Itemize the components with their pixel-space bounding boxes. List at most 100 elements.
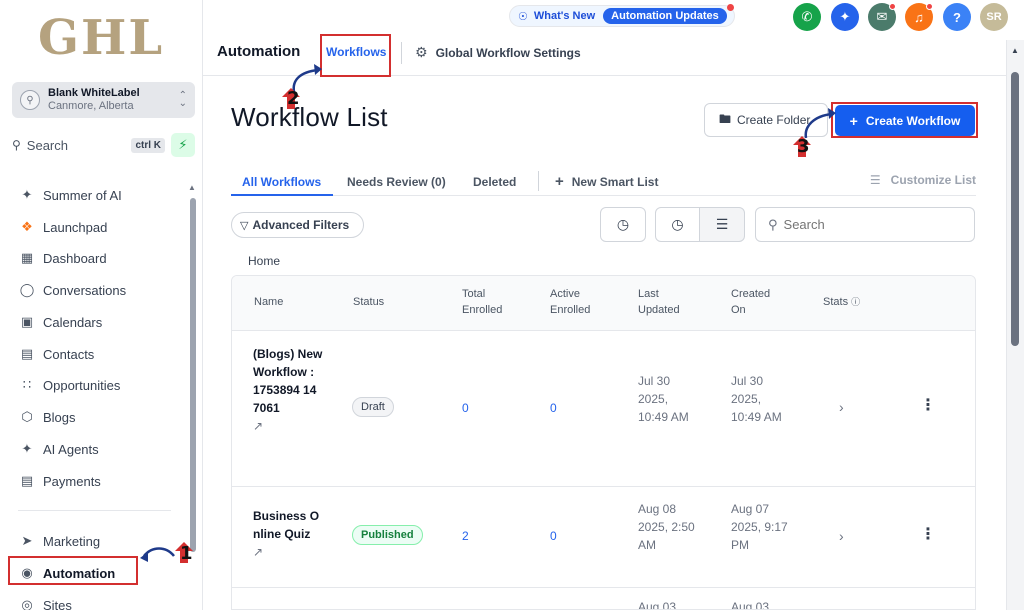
sidebar-item-label: Opportunities [43,377,121,393]
active-tab-indicator [231,194,333,196]
last-updated-value: Aug 08 2025, 2:50 AM [638,502,695,552]
more-options-icon[interactable]: ⋮ [920,526,936,544]
customize-list-label: Customize List [890,173,976,187]
funnel-icon: ∷ [22,377,32,392]
sidebar-item-label: Sites [43,597,72,610]
page-title: Workflow List [231,102,388,132]
more-options-icon[interactable]: ⋮ [920,397,936,415]
col-active-enrolled[interactable]: Active Enrolled [550,286,590,318]
customize-list-button[interactable]: ☰ Customize List [870,173,976,187]
phone-icon[interactable]: ✆ [793,3,821,31]
search-icon: ⚲ [12,138,21,152]
col-created-on[interactable]: Created On [731,286,770,318]
sidebar-item-summer-of-ai[interactable]: ✦ Summer of AI [18,182,193,208]
workflow-name: (Blogs) New Workflow : 1753894 147061 [253,347,323,415]
total-enrolled-value[interactable]: 2 [462,527,469,545]
notification-dot [926,3,933,10]
whats-new-pill[interactable]: ☉ What's New Automation Updates [509,4,735,27]
sidebar-item-dashboard[interactable]: ▦ Dashboard [18,245,193,271]
table-row[interactable]: Business Online Quiz ↗ Published 2 0 Aug… [232,487,975,588]
quick-action-bolt-icon[interactable]: ⚡ [171,133,195,157]
col-label: Enrolled [550,304,591,316]
history-icon: ◷ [616,216,630,232]
page-scrollbar-thumb[interactable] [1011,72,1019,346]
sparkle-icon: ✦ [21,187,33,202]
sidebar-item-sites[interactable]: ◎ Sites [18,592,193,610]
col-last-updated[interactable]: Last Updated [638,286,680,318]
sidebar-search[interactable]: ⚲ Search ctrl K [12,134,165,156]
sidebar-item-ai-agents[interactable]: ✦ AI Agents [18,436,193,462]
workflow-search[interactable]: ⚲ [755,207,975,242]
tab-all-workflows[interactable]: All Workflows [242,175,321,189]
magic-wand-icon[interactable]: ✦ [831,3,859,31]
sidebar-item-launchpad[interactable]: ❖ Launchpad [18,214,193,240]
active-enrolled-value[interactable]: 0 [550,399,557,417]
tab-global-workflow-settings[interactable]: ⚙ Global Workflow Settings [415,44,581,61]
brand-logo[interactable]: GHL [38,10,164,66]
created-on-value: Aug 03 [731,600,770,610]
automation-updates-badge[interactable]: Automation Updates [603,8,727,24]
col-label: Stats [823,296,849,308]
advanced-filters-label: Advanced Filters [252,218,350,232]
sidebar-item-payments[interactable]: ▤ Payments [18,468,193,494]
sidebar-item-label: Calendars [43,314,103,330]
chevron-right-icon[interactable]: › [839,398,844,416]
tabs-divider [401,42,402,64]
tab-needs-review[interactable]: Needs Review (0) [347,175,446,189]
col-name[interactable]: Name [254,294,283,310]
account-name: Blank WhiteLabel [48,87,140,99]
grid-icon: ▦ [20,250,34,265]
col-status[interactable]: Status [353,294,384,310]
new-smart-list-button[interactable]: + New Smart List [555,173,658,190]
table-row[interactable]: (Blogs) New Workflow : 1753894 147061 ↗ … [232,331,975,487]
globe-icon: ◎ [21,597,33,610]
sidebar-item-label: Launchpad [43,219,108,235]
announcement-icon[interactable]: ✉ [868,3,896,31]
chevron-right-icon[interactable]: › [839,527,844,545]
settings-label: Global Workflow Settings [435,45,581,60]
status-badge: Draft [352,397,394,417]
workflow-name-link[interactable]: Business Online Quiz ↗ [253,507,323,561]
bell-icon[interactable]: ♫ [905,3,933,31]
col-label: Total [462,288,486,300]
sidebar-item-contacts[interactable]: ▤ Contacts [18,341,193,367]
workflows-table: Name Status Total Enrolled Active Enroll… [231,275,976,610]
rocket-icon: ❖ [21,219,33,234]
sidebar-item-label: Contacts [43,346,95,362]
scroll-up-arrow-icon[interactable]: ▲ [1011,46,1019,55]
total-enrolled-value[interactable]: 0 [462,399,469,417]
user-avatar[interactable]: SR [980,3,1008,31]
col-total-enrolled[interactable]: Total Enrolled [462,286,502,318]
clock-view-button[interactable]: ◷ [655,207,700,242]
list-view-button[interactable]: ☰ [699,207,745,242]
breadcrumb[interactable]: Home [248,254,280,268]
sidebar-item-conversations[interactable]: ◯ Conversations [18,277,193,303]
sidebar-item-label: Payments [43,473,101,489]
created-on-value: Aug 07 2025, 9:17 PM [731,502,788,552]
col-label: Updated [638,304,680,316]
account-switcher[interactable]: ⚲ Blank WhiteLabel Canmore, Alberta ⌃ ⌄ [12,82,195,118]
search-input[interactable] [783,217,964,232]
subtabs-baseline [231,195,976,196]
folder-icon: 🖿 [719,111,732,126]
help-icon[interactable]: ? [943,3,971,31]
location-icon: ⚲ [20,90,40,110]
col-label: Created [731,288,771,300]
created-on-value: Jul 30 2025, 10:49 AM [731,374,782,424]
advanced-filters-button[interactable]: ▽ Advanced Filters [231,212,364,238]
external-link-icon[interactable]: ↗ [253,545,263,559]
sidebar-item-label: Conversations [43,282,127,298]
workflow-name-link[interactable]: (Blogs) New Workflow : 1753894 147061 ↗ [253,345,323,435]
col-stats[interactable]: Stats ⓘ [823,294,860,310]
table-row[interactable]: Aug 03 Aug 03 [232,588,975,610]
active-enrolled-value[interactable]: 0 [550,527,557,545]
sidebar-item-calendars[interactable]: ▣ Calendars [18,309,193,335]
external-link-icon[interactable]: ↗ [253,419,263,433]
tab-deleted[interactable]: Deleted [473,175,516,189]
col-label: On [731,304,746,316]
sidebar-item-opportunities[interactable]: ∷ Opportunities [18,372,193,398]
receipt-icon: ▤ [20,473,34,488]
sidebar-item-blogs[interactable]: ⬡ Blogs [18,404,193,430]
history-view-button[interactable]: ◷ [600,207,646,242]
calendar-icon: ▣ [20,314,34,329]
